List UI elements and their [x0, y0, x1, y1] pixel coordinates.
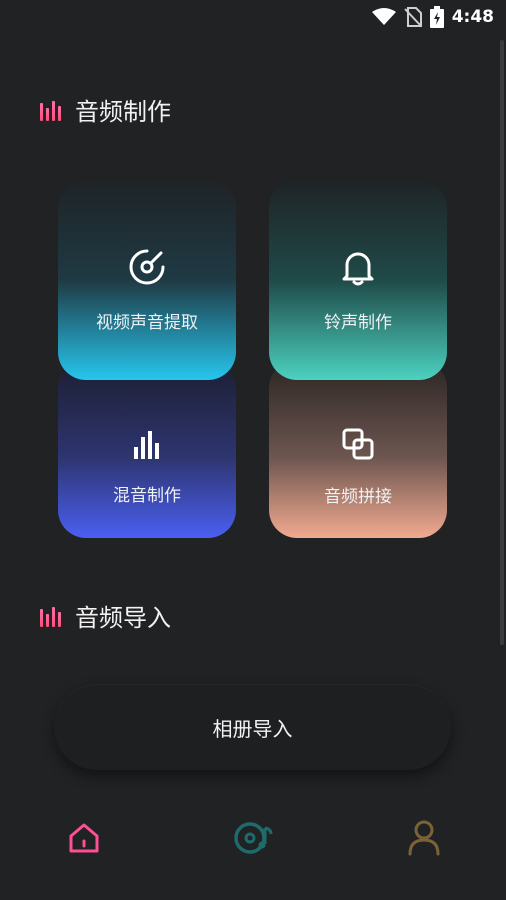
home-icon — [69, 823, 99, 853]
album-import-label: 相册导入 — [212, 716, 293, 741]
section-header-audio-make: 音频制作 — [40, 92, 171, 127]
status-icons: 4:48 — [371, 6, 494, 28]
user-icon — [408, 820, 440, 856]
wifi-icon — [371, 8, 396, 25]
nav-music[interactable] — [233, 818, 273, 858]
card-label: 音频拼接 — [324, 486, 392, 507]
status-bar: 4:48 — [0, 0, 506, 34]
bell-icon — [342, 252, 374, 285]
album-import-button[interactable]: 相册导入 — [54, 684, 451, 770]
nav-home[interactable] — [64, 818, 104, 858]
merge-icon — [342, 428, 374, 459]
nav-profile[interactable] — [404, 818, 444, 858]
scrollbar[interactable] — [500, 40, 504, 645]
equalizer-icon — [134, 430, 159, 459]
disc-icon — [129, 249, 165, 284]
video-audio-extract-card[interactable]: 视频声音提取 — [58, 180, 236, 380]
section-title: 音频导入 — [75, 604, 171, 632]
section-header-audio-import: 音频导入 — [40, 598, 171, 633]
battery-charging-icon — [429, 6, 444, 28]
no-sim-icon — [403, 7, 422, 27]
music-disc-icon — [234, 822, 273, 854]
card-label: 视频声音提取 — [96, 312, 198, 333]
bars-icon — [40, 605, 61, 627]
audio-join-card[interactable]: 音频拼接 — [269, 360, 447, 538]
section-title: 音频制作 — [75, 98, 171, 126]
ringtone-make-card[interactable]: 铃声制作 — [269, 180, 447, 380]
mix-make-card[interactable]: 混音制作 — [58, 360, 236, 538]
card-label: 铃声制作 — [324, 312, 392, 333]
card-label: 混音制作 — [113, 485, 181, 506]
bars-icon — [40, 99, 61, 121]
status-time: 4:48 — [451, 7, 494, 27]
